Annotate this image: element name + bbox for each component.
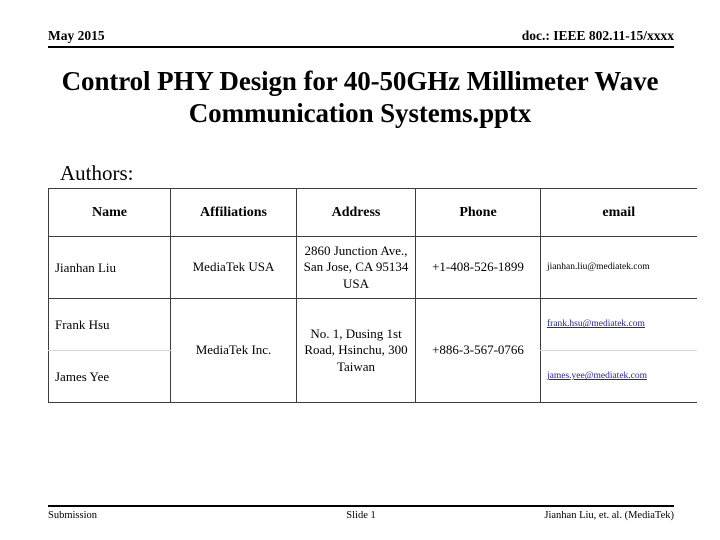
column-header-phone: Phone [415,188,541,237]
footer-author-attribution: Jianhan Liu, et. al. (MediaTek) [544,510,674,521]
header-date: May 2015 [48,28,105,43]
authors-table: Name Affiliations Address Phone email Ji… [48,188,697,403]
table-row: Jianhan Liu MediaTek USA 2860 Junction A… [48,236,697,299]
cell-email: jianhan.liu@mediatek.com [540,236,697,299]
cell-name: Frank Hsu [48,298,171,351]
cell-email: frank.hsu@mediatek.com [540,298,697,351]
slide: May 2015 doc.: IEEE 802.11-15/xxxx Contr… [0,0,720,540]
slide-footer: Submission Slide 1 Jianhan Liu, et. al. … [48,510,674,528]
email-text: jianhan.liu@mediatek.com [547,262,650,273]
email-link[interactable]: james.yee@mediatek.com [547,371,647,381]
cell-affiliation: MediaTek Inc. [170,298,297,403]
column-header-email: email [540,188,697,237]
email-link[interactable]: frank.hsu@mediatek.com [547,319,645,329]
cell-phone: +1-408-526-1899 [415,236,541,299]
header-document-id: doc.: IEEE 802.11-15/xxxx [521,28,674,43]
header-divider [48,46,674,48]
table-row: Frank Hsu MediaTek Inc. No. 1, Dusing 1s… [48,298,697,403]
authors-table-container: Name Affiliations Address Phone email Ji… [48,188,697,403]
page-title: Control PHY Design for 40-50GHz Millimet… [61,66,659,128]
column-header-affiliations: Affiliations [170,188,297,237]
column-header-address: Address [296,188,416,237]
footer-divider [48,505,674,507]
column-header-name: Name [48,188,171,237]
cell-name: Jianhan Liu [48,236,171,299]
cell-address: No. 1, Dusing 1st Road, Hsinchu, 300 Tai… [296,298,416,403]
cell-phone: +886-3-567-0766 [415,298,541,403]
cell-name: James Yee [48,350,171,403]
cell-address: 2860 Junction Ave., San Jose, CA 95134 U… [296,236,416,299]
cell-affiliation: MediaTek USA [170,236,297,299]
authors-label: Authors: [60,161,134,185]
cell-email: james.yee@mediatek.com [540,350,697,403]
table-header-row: Name Affiliations Address Phone email [48,188,697,237]
